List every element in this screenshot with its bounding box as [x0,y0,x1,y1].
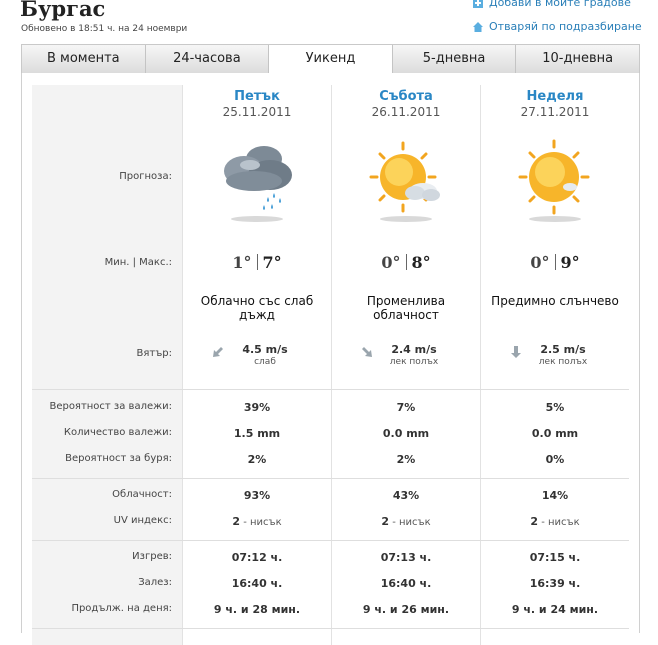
uv-number: 2 [381,515,390,528]
section-divider [32,628,629,629]
temp-min: 0° [381,253,401,272]
description-line: облачност [373,308,439,322]
sun-icon [518,139,590,222]
label-sunset: Залез: [138,577,172,588]
cloudiness-value: 93% [243,489,271,502]
wind-speed: 2.4 m/s [391,343,437,356]
tab-24-hour[interactable]: 24-часова [146,45,270,73]
uv-text: - нисък [389,517,431,528]
wind-info: 4.5 m/s слаб [183,343,331,373]
precip-prob-value: 7% [396,401,416,414]
day-length-value: 9 ч. и 26 мин. [362,603,450,616]
precip-prob-value: 39% [243,401,271,414]
label-day-length: Продълж. на деня: [71,603,172,614]
sunset-value: 16:39 ч. [529,577,581,590]
add-link-label: Добави в моите градове [489,0,631,9]
cloud-rain-icon [224,146,292,222]
storm-prob-value: 2% [247,453,267,466]
arrow-down-left-icon [213,347,223,357]
label-sunrise: Изгрев: [132,551,172,562]
sunrise-value: 07:12 ч. [231,551,283,564]
open-by-default-link[interactable]: Отваряй по подразбиране [472,20,642,33]
tab-now[interactable]: В момента [22,45,146,73]
wind-strength: лек полъх [389,357,439,367]
forecast-tabs: В момента 24-часова Уикенд 5-дневна 10-д… [21,44,640,75]
city-title: Бургас [20,0,106,21]
section-divider [32,540,629,541]
precip-amount-value: 0.0 mm [382,427,430,440]
cloudiness-value: 43% [392,489,420,502]
uv-value: 2 - нисък [481,515,629,528]
label-storm-prob: Вероятност за буря: [65,453,172,464]
sunrise-value: 07:15 ч. [529,551,581,564]
label-forecast: Прогноза: [119,171,172,182]
wind-info: 2.4 m/s лек полъх [332,343,480,373]
temperature-min-max: 0° 8° [332,253,480,272]
label-precip-amount: Количество валежи: [63,427,172,438]
storm-prob-value: 0% [545,453,565,466]
sunset-value: 16:40 ч. [231,577,283,590]
precip-amount-value: 0.0 mm [531,427,579,440]
temp-max: 7° [262,253,282,272]
forecast-description: Предимно слънчево [481,294,629,308]
temp-min: 0° [530,253,550,272]
uv-text: - нисък [538,517,580,528]
day-date: 25.11.2011 [222,105,292,119]
wind-speed: 2.5 m/s [540,343,586,356]
precip-prob-value: 5% [545,401,565,414]
label-uv: UV индекс: [113,515,172,526]
forecast-description: Променлива облачност [332,294,480,322]
label-cloudiness: Облачност: [112,489,172,500]
description-line: Облачно със слаб [200,294,314,308]
wind-info: 2.5 m/s лек полъх [481,343,629,373]
section-divider [32,389,629,390]
wind-speed: 4.5 m/s [242,343,288,356]
sunrise-value: 07:13 ч. [380,551,432,564]
day-date: 26.11.2011 [371,105,441,119]
day-name[interactable]: Неделя [481,89,629,104]
forecast-description: Облачно със слаб дъжд [183,294,331,322]
temp-max: 9° [560,253,580,272]
temperature-min-max: 0° 9° [481,253,629,272]
tab-weekend[interactable]: Уикенд [269,45,393,75]
section-divider [32,478,629,479]
temp-max: 8° [411,253,431,272]
uv-number: 2 [530,515,539,528]
wind-strength: лек полъх [538,357,588,367]
temp-min: 1° [232,253,252,272]
tab-5-day[interactable]: 5-дневна [393,45,517,73]
description-line: Предимно слънчево [491,294,619,308]
day-length-value: 9 ч. и 24 мин. [511,603,599,616]
wind-strength: слаб [254,357,276,367]
temperature-min-max: 1° 7° [183,253,331,272]
plus-icon [473,0,483,8]
updated-timestamp: Обновено в 18:51 ч. на 24 ноември [21,24,188,34]
sun-cloud-icon [369,141,440,222]
description-line: Променлива [366,294,446,308]
uv-number: 2 [232,515,241,528]
default-link-label: Отваряй по подразбиране [489,20,642,33]
label-precip-prob: Вероятност за валежи: [49,401,172,412]
uv-text: - нисък [240,517,282,528]
sunset-value: 16:40 ч. [380,577,432,590]
description-line: дъжд [239,308,275,322]
uv-value: 2 - нисък [332,515,480,528]
add-to-my-cities-link[interactable]: Добави в моите градове [472,0,631,9]
tab-10-day[interactable]: 10-дневна [516,45,639,73]
arrow-down-icon [511,346,521,358]
day-name[interactable]: Петък [183,89,331,104]
home-icon [473,21,483,32]
day-name[interactable]: Събота [332,89,480,104]
day-date: 27.11.2011 [520,105,590,119]
day-length-value: 9 ч. и 28 мин. [213,603,301,616]
arrow-down-right-icon [362,347,372,357]
label-min-max: Мин. | Макс.: [104,257,172,268]
cloudiness-value: 14% [541,489,569,502]
label-wind: Вятър: [136,348,172,359]
precip-amount-value: 1.5 mm [233,427,281,440]
uv-value: 2 - нисък [183,515,331,528]
storm-prob-value: 2% [396,453,416,466]
